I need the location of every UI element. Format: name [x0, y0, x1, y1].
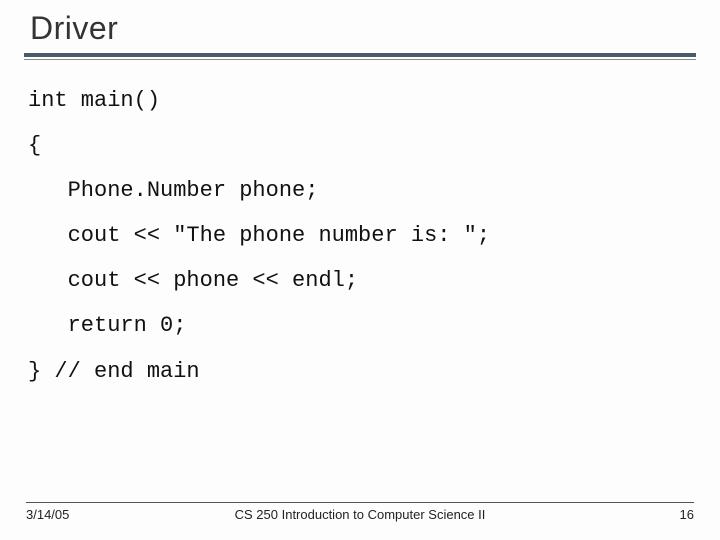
footer: 3/14/05 CS 250 Introduction to Computer … — [0, 502, 720, 522]
code-block: int main() { Phone.Number phone; cout <<… — [24, 60, 696, 394]
slide-title: Driver — [24, 8, 696, 53]
slide: Driver int main() { Phone.Number phone; … — [0, 0, 720, 540]
title-rule-thick — [24, 53, 696, 57]
footer-course: CS 250 Introduction to Computer Science … — [193, 507, 527, 522]
footer-row: 3/14/05 CS 250 Introduction to Computer … — [26, 507, 694, 522]
footer-page: 16 — [527, 507, 694, 522]
footer-rule — [26, 502, 694, 503]
footer-date: 3/14/05 — [26, 507, 193, 522]
